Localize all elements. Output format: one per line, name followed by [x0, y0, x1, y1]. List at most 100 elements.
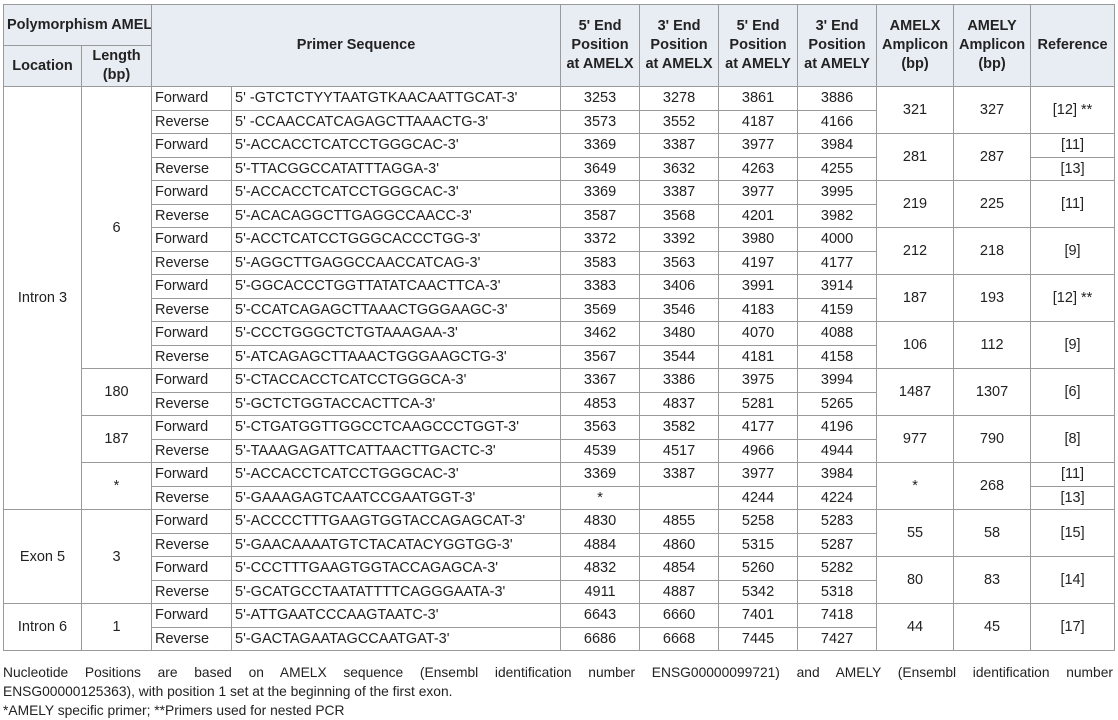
amely-5end-cell: 4244	[718, 485, 799, 510]
table-row: Intron 3 6 Forward 5' -GTCTCTYYTAATGTKAA…	[3, 86, 1116, 510]
amelx-3end-cell: 6668	[639, 626, 720, 651]
amely-5end-cell: 3980	[718, 227, 799, 252]
footnote-positions-cont: ENSG00000125363), with position 1 set at…	[3, 684, 453, 699]
sequence-cell: 5'-CTGATGGTTGGCCTCAAGCCCTGGT-3'	[231, 415, 562, 440]
header-primer-sequence: Primer Sequence	[151, 4, 562, 87]
amelx-5end-cell: 6686	[560, 626, 641, 651]
amelx-3end-cell: 3387	[639, 133, 720, 158]
sequence-cell: 5'-GGCACCCTGGTTATATCAACTTCA-3'	[231, 274, 562, 299]
direction-cell: Forward	[151, 180, 233, 205]
reference-cell: [11]	[1030, 462, 1116, 487]
amely-3end-cell: 5283	[797, 509, 878, 534]
sequence-cell: 5' -CCAACCATCAGAGCTTAAACTG-3'	[231, 109, 562, 134]
reference-cell: [9]	[1030, 321, 1116, 369]
length-cell: 6	[80, 86, 153, 369]
amelx-5end-cell: 3372	[560, 227, 641, 252]
reference-cell: [12] **	[1030, 274, 1116, 322]
amelx-3end-cell: 3387	[639, 180, 720, 205]
amelx-3end-cell: 3568	[639, 203, 720, 228]
reference-cell: [11]	[1030, 180, 1116, 228]
amely-5end-cell: 4177	[718, 415, 799, 440]
header-length: Length (bp)	[80, 45, 153, 87]
amely-amplicon-cell: 58	[953, 509, 1032, 557]
direction-cell: Forward	[151, 133, 233, 158]
amelx-5end-cell: 4832	[560, 556, 641, 581]
amelx-5end-cell: 3587	[560, 203, 641, 228]
amely-5end-cell: 3975	[718, 368, 799, 393]
amely-3end-cell: 3984	[797, 133, 878, 158]
header-amely-amplicon: AMELY Amplicon (bp)	[953, 4, 1032, 87]
amelx-5end-cell: 3367	[560, 368, 641, 393]
amely-amplicon-cell: 287	[953, 133, 1032, 181]
header-reference: Reference	[1030, 4, 1116, 87]
location-cell: Exon 5	[3, 509, 82, 604]
sequence-cell: 5'-TAAAGAGATTCATTAACTTGACTC-3'	[231, 438, 562, 463]
header-polymorphism: Polymorphism AMELX and AMELY	[2, 4, 153, 46]
direction-cell: Forward	[151, 603, 233, 628]
amelx-3end-cell: 3552	[639, 109, 720, 134]
amely-3end-cell: 4166	[797, 109, 878, 134]
direction-cell: Forward	[151, 274, 233, 299]
sequence-cell: 5'-ACCACCTCATCCTGGGCAC-3'	[231, 133, 562, 158]
amely-5end-cell: 4070	[718, 321, 799, 346]
amelx-3end-cell: 4887	[639, 579, 720, 604]
amely-3end-cell: 4000	[797, 227, 878, 252]
sequence-cell: 5'-GAACAAAATGTCTACATACYGGTGG-3'	[231, 532, 562, 557]
amelx-amplicon-cell: 1487	[876, 368, 955, 416]
amelx-5end-cell: 4830	[560, 509, 641, 534]
amely-5end-cell: 5315	[718, 532, 799, 557]
amelx-5end-cell: 4853	[560, 391, 641, 416]
direction-cell: Reverse	[151, 579, 233, 604]
amely-5end-cell: 4187	[718, 109, 799, 134]
amely-5end-cell: 4197	[718, 250, 799, 275]
amelx-3end-cell: 3544	[639, 344, 720, 369]
amely-3end-cell: 3982	[797, 203, 878, 228]
amely-amplicon-cell: 327	[953, 86, 1032, 134]
amelx-3end-cell	[639, 485, 720, 510]
direction-cell: Forward	[151, 86, 233, 111]
amelx-5end-cell: 3369	[560, 462, 641, 487]
amelx-amplicon-cell: 281	[876, 133, 955, 181]
amely-5end-cell: 4966	[718, 438, 799, 463]
length-cell: *	[80, 462, 153, 510]
amelx-3end-cell: 3278	[639, 86, 720, 111]
amely-3end-cell: 3994	[797, 368, 878, 393]
amely-3end-cell: 5265	[797, 391, 878, 416]
amelx-5end-cell: 3253	[560, 86, 641, 111]
amely-amplicon-cell: 45	[953, 603, 1032, 651]
table-row: 187 Forward 5'-CTGATGGTTGGCCTCAAGCCCTGGT…	[4, 415, 1116, 463]
amelx-3end-cell: 3632	[639, 156, 720, 181]
footnote-positions: Nucleotide Positions are based on AMELX …	[3, 665, 1113, 680]
amely-3end-cell: 4196	[797, 415, 878, 440]
direction-cell: Reverse	[151, 626, 233, 651]
amely-5end-cell: 3977	[718, 180, 799, 205]
amelx-3end-cell: 3392	[639, 227, 720, 252]
amelx-5end-cell: 3569	[560, 297, 641, 322]
reference-cell: [13]	[1030, 156, 1116, 181]
amely-3end-cell: 3995	[797, 180, 878, 205]
amelx-amplicon-cell: 80	[876, 556, 955, 604]
amely-5end-cell: 5342	[718, 579, 799, 604]
table-row: Forward 5'-ACCACCTCATCCTGGGCAC-3' 3369 3…	[4, 133, 1116, 181]
amely-5end-cell: 3977	[718, 462, 799, 487]
length-cell: 3	[80, 509, 153, 604]
amely-amplicon-cell: 193	[953, 274, 1032, 322]
amely-5end-cell: 4181	[718, 344, 799, 369]
amelx-3end-cell: 3387	[639, 462, 720, 487]
direction-cell: Forward	[151, 321, 233, 346]
amely-3end-cell: 3984	[797, 462, 878, 487]
amely-3end-cell: 5287	[797, 532, 878, 557]
location-cell: Intron 3	[3, 86, 82, 510]
amely-5end-cell: 5258	[718, 509, 799, 534]
amely-5end-cell: 4263	[718, 156, 799, 181]
amelx-5end-cell: *	[560, 485, 641, 510]
amely-3end-cell: 3914	[797, 274, 878, 299]
amely-5end-cell: 3991	[718, 274, 799, 299]
amelx-amplicon-cell: 55	[876, 509, 955, 557]
amelx-3end-cell: 3480	[639, 321, 720, 346]
amely-3end-cell: 4158	[797, 344, 878, 369]
direction-cell: Reverse	[151, 485, 233, 510]
sequence-cell: 5'-GCATGCCTAATATTTTCAGGGAATA-3'	[231, 579, 562, 604]
amely-3end-cell: 7418	[797, 603, 878, 628]
sequence-cell: 5'-GACTAGAATAGCCAATGAT-3'	[231, 626, 562, 651]
